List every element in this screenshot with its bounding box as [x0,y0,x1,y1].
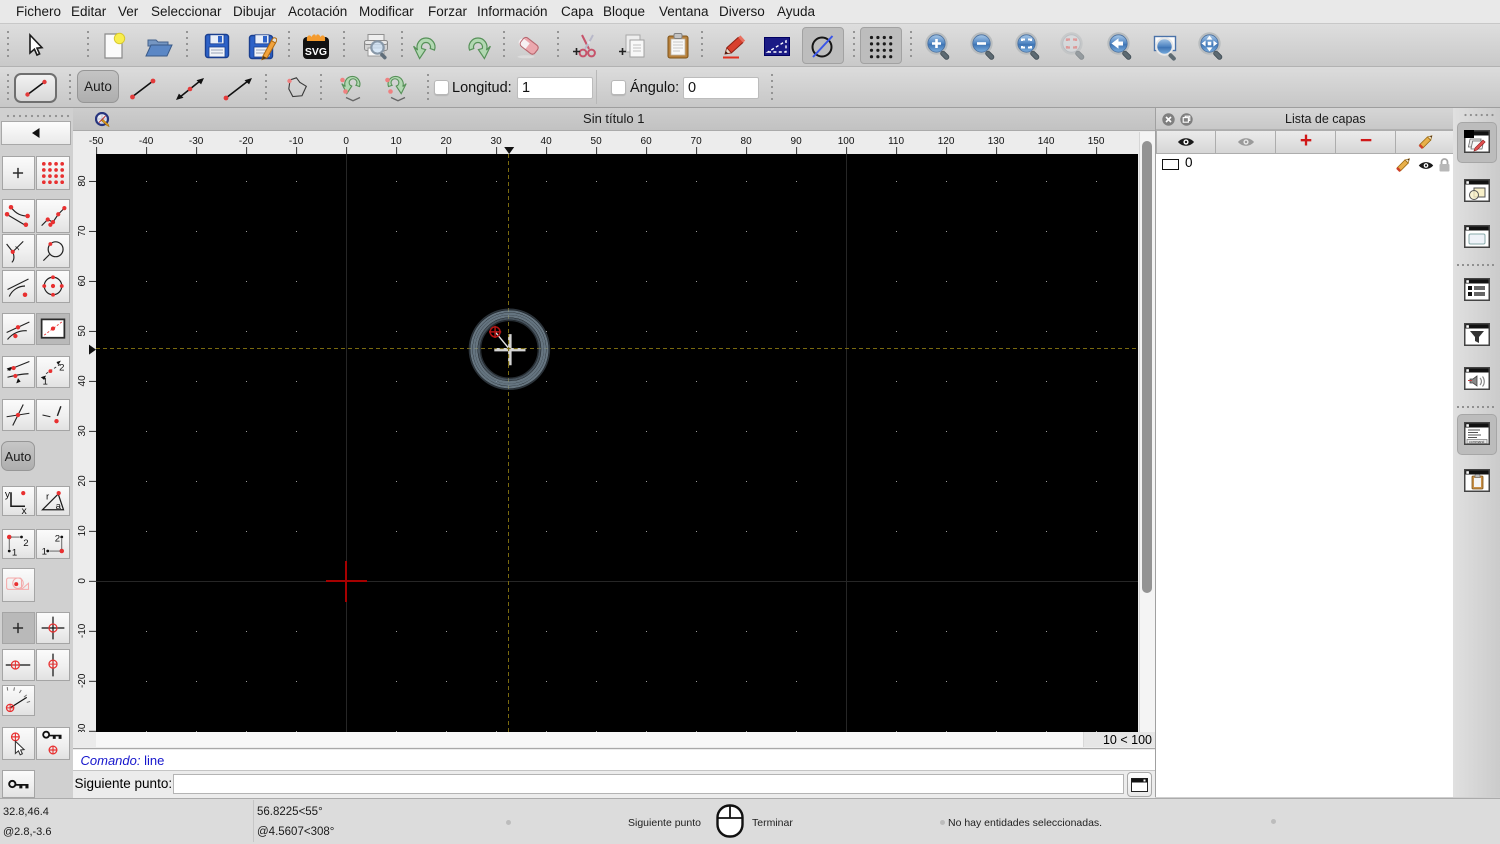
svg-text:x: x [22,505,28,515]
svg-text:2: 2 [24,538,29,549]
svg-text:30: 30 [76,425,87,437]
svg-text:-20: -20 [76,673,87,688]
svg-text:150: 150 [1087,136,1104,147]
svg-text:40: 40 [540,136,552,147]
svg-text:0: 0 [76,578,87,584]
svg-text:0: 0 [343,136,349,147]
svg-text:2: 2 [55,533,60,544]
svg-text:SVG: SVG [305,46,327,58]
svg-text:10: 10 [390,136,402,147]
svg-text:70: 70 [690,136,702,147]
svg-text:2: 2 [59,363,64,374]
svg-text:60: 60 [640,136,652,147]
svg-text:1: 1 [43,377,48,387]
svg-text:80: 80 [740,136,752,147]
svg-text:y: y [5,488,11,500]
svg-text:80: 80 [76,175,87,187]
svg-text:20: 20 [76,475,87,487]
svg-text:-10: -10 [76,623,87,638]
svg-text:40: 40 [76,375,87,387]
svg-text:70: 70 [76,225,87,237]
svg-text:30: 30 [490,136,502,147]
svg-text:r: r [46,491,50,502]
svg-text:20: 20 [440,136,452,147]
svg-text:50: 50 [76,325,87,337]
svg-text:140: 140 [1037,136,1054,147]
svg-text:-30: -30 [76,723,87,732]
svg-text:-40: -40 [138,136,153,147]
svg-text:-30: -30 [188,136,203,147]
svg-text:-50: -50 [88,136,103,147]
svg-text:1: 1 [42,546,47,557]
svg-text:50: 50 [590,136,602,147]
svg-text:command: command [1469,440,1484,444]
svg-text:130: 130 [987,136,1004,147]
svg-text:10: 10 [76,525,87,537]
svg-text:100: 100 [837,136,854,147]
svg-text:1: 1 [12,547,17,558]
svg-text:120: 120 [937,136,954,147]
svg-text:110: 110 [888,136,904,147]
svg-text:60: 60 [76,275,87,287]
svg-text:a: a [56,501,62,512]
svg-text:90: 90 [790,136,802,147]
svg-text:-20: -20 [238,136,253,147]
svg-text:-10: -10 [288,136,303,147]
